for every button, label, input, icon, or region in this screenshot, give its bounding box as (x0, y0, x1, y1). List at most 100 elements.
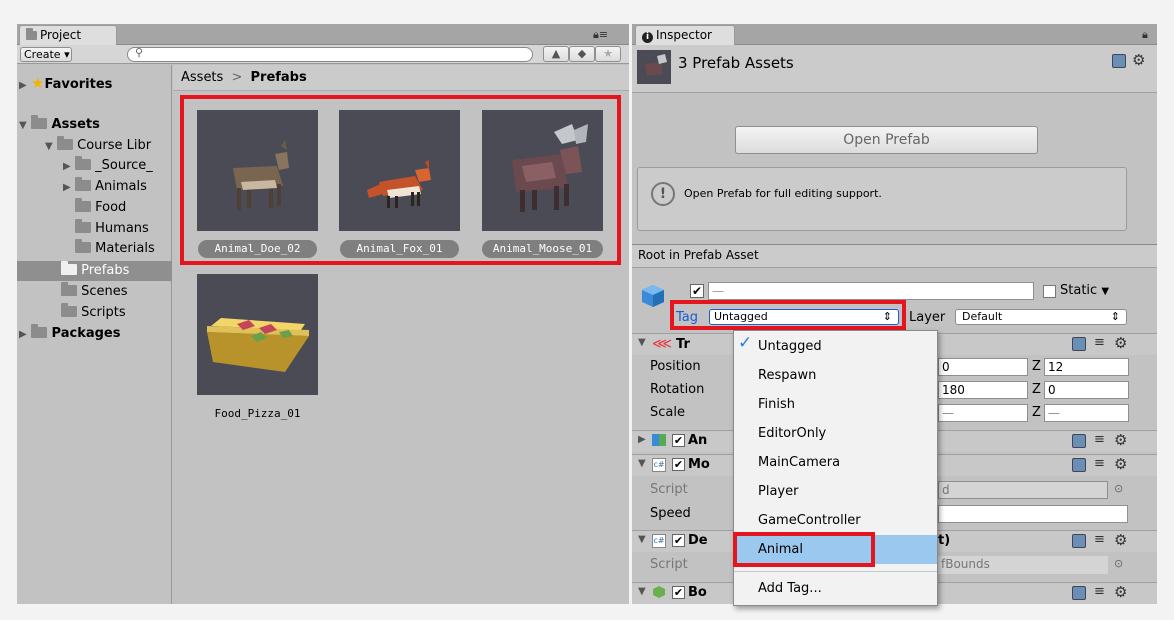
scale-z-field[interactable]: — (1044, 404, 1129, 422)
settings-gear-icon[interactable]: ⚙ (1114, 455, 1127, 473)
tag-dropdown-menu: ✓ Untagged Respawn Finish EditorOnly Mai… (733, 330, 938, 606)
move-foldout[interactable]: ▼ (638, 458, 646, 469)
script2-label: Script (650, 557, 688, 572)
menu-item-untagged[interactable]: Untagged (734, 332, 937, 361)
search-input[interactable]: ⚲ (127, 46, 533, 62)
help-book-icon[interactable] (1072, 534, 1086, 548)
position-y-field[interactable]: 0 (938, 358, 1028, 376)
destroy-checkbox[interactable]: ✔ (672, 534, 685, 547)
transform-foldout[interactable]: ▼ (638, 337, 646, 348)
move-checkbox[interactable]: ✔ (672, 458, 685, 471)
menu-item-editoronly[interactable]: EditorOnly (734, 419, 937, 448)
preset-icon[interactable]: ≡ (1094, 532, 1105, 547)
rotation-z-field[interactable]: 0 (1044, 381, 1129, 399)
asset-label-pizza[interactable]: Food_Pizza_01 (197, 407, 318, 420)
tree-item-source[interactable]: ▶ _Source_ (63, 156, 153, 176)
help-book-icon[interactable] (1072, 586, 1086, 600)
dropdown-arrow-icon: ▾ (64, 48, 70, 61)
menu-item-add-tag[interactable]: Add Tag... (734, 574, 937, 603)
menu-item-maincamera[interactable]: MainCamera (734, 448, 937, 477)
tree-item-scripts[interactable]: Scripts (61, 303, 126, 323)
folder-icon (75, 198, 91, 212)
filter-label-button[interactable]: ◆ (569, 46, 595, 62)
preset-icon[interactable]: ≡ (1094, 456, 1105, 471)
settings-gear-icon[interactable]: ⚙ (1132, 51, 1145, 69)
help-book-icon[interactable] (1072, 434, 1086, 448)
tag-selection-highlight (670, 300, 906, 330)
menu-item-gamecontroller[interactable]: GameController (734, 506, 937, 535)
menu-separator (734, 571, 937, 572)
settings-gear-icon[interactable]: ⚙ (1114, 531, 1127, 549)
help-book-icon[interactable] (1072, 337, 1086, 351)
box-checkbox[interactable]: ✔ (672, 586, 685, 599)
open-prefab-button[interactable]: Open Prefab (735, 126, 1038, 154)
static-checkbox[interactable] (1043, 285, 1056, 298)
breadcrumb-root[interactable]: Assets (181, 70, 223, 85)
dropdown-arrow-icon: ▼ (1101, 286, 1110, 297)
tree-item-food[interactable]: Food (75, 198, 126, 218)
lock-icon[interactable]: 🔒︎≡ (593, 28, 608, 42)
search-icon: ⚲ (135, 46, 144, 59)
breadcrumb: Assets > Prefabs (173, 65, 629, 91)
script-field: d (938, 481, 1108, 499)
layer-dropdown[interactable]: Default ⇕ (955, 309, 1127, 325)
root-label: Root in Prefab Asset (638, 248, 759, 262)
menu-item-player[interactable]: Player (734, 477, 937, 506)
folder-icon (75, 219, 91, 233)
menu-item-finish[interactable]: Finish (734, 390, 937, 419)
box-foldout[interactable]: ▼ (638, 586, 646, 597)
menu-item-respawn[interactable]: Respawn (734, 361, 937, 390)
position-z-field[interactable]: 12 (1044, 358, 1129, 376)
asset-thumb-pizza[interactable] (197, 274, 318, 395)
create-button[interactable]: Create ▾ (20, 47, 72, 62)
script2-field: fBounds (938, 556, 1108, 574)
box-title: Bo (688, 585, 707, 600)
scale-y-field[interactable]: — (938, 404, 1028, 422)
object-picker-icon[interactable]: ⊙ (1114, 557, 1123, 570)
tab-inspector[interactable]: i Inspector (635, 25, 735, 45)
help-book-icon[interactable] (1112, 54, 1126, 68)
preset-icon[interactable]: ≡ (1094, 335, 1105, 350)
tree-item-humans[interactable]: Humans (75, 219, 149, 239)
folder-icon (61, 303, 77, 317)
inspector-lock-icon[interactable]: 🔒︎ (1142, 28, 1148, 42)
settings-gear-icon[interactable]: ⚙ (1114, 334, 1127, 352)
favorite-button[interactable]: ★ (595, 46, 621, 62)
help-book-icon[interactable] (1072, 458, 1086, 472)
tree-item-prefabs[interactable]: Prefabs (61, 261, 129, 281)
static-label[interactable]: Static ▼ (1060, 283, 1109, 298)
preset-icon[interactable]: ≡ (1094, 584, 1105, 599)
label-tag-icon: ◆ (577, 47, 587, 60)
destroy-title-suffix: t) (938, 533, 951, 548)
position-label: Position (650, 359, 701, 374)
tree-assets[interactable]: ▼ Assets (19, 115, 100, 135)
tree-item-animals[interactable]: ▶ Animals (63, 177, 147, 197)
preset-icon[interactable]: ≡ (1094, 432, 1105, 447)
settings-gear-icon[interactable]: ⚙ (1114, 431, 1127, 449)
animator-checkbox[interactable]: ✔ (672, 434, 685, 447)
tree-item-course-library[interactable]: ▼ Course Libr (45, 136, 151, 156)
settings-gear-icon[interactable]: ⚙ (1114, 583, 1127, 601)
speed-field[interactable] (938, 505, 1128, 523)
filter-type-button[interactable]: ▲ (543, 46, 569, 62)
transform-title: Tr (676, 337, 690, 352)
star-icon: ★ (603, 47, 613, 60)
destroy-foldout[interactable]: ▼ (638, 534, 646, 545)
breadcrumb-current[interactable]: Prefabs (251, 70, 307, 85)
tree-item-scenes[interactable]: Scenes (61, 282, 128, 302)
favorites-star-icon: ★ (31, 74, 45, 92)
active-checkbox[interactable]: ✔ (690, 284, 704, 298)
rotation-y-field[interactable]: 180 (938, 381, 1028, 399)
animator-foldout[interactable]: ▶ (638, 434, 646, 445)
folder-icon (75, 156, 91, 170)
rotation-z-label: Z (1032, 382, 1041, 397)
object-picker-icon[interactable]: ⊙ (1114, 482, 1123, 495)
name-field[interactable]: — (708, 282, 1034, 300)
tab-project[interactable]: Project (19, 25, 117, 45)
tree-item-materials[interactable]: Materials (75, 239, 155, 259)
tree-packages[interactable]: ▶ Packages (19, 324, 120, 344)
layer-label: Layer (909, 310, 946, 325)
position-z-label: Z (1032, 359, 1041, 374)
breadcrumb-separator: > (231, 70, 243, 85)
tree-favorites[interactable]: ▶ ★Favorites (19, 73, 112, 93)
